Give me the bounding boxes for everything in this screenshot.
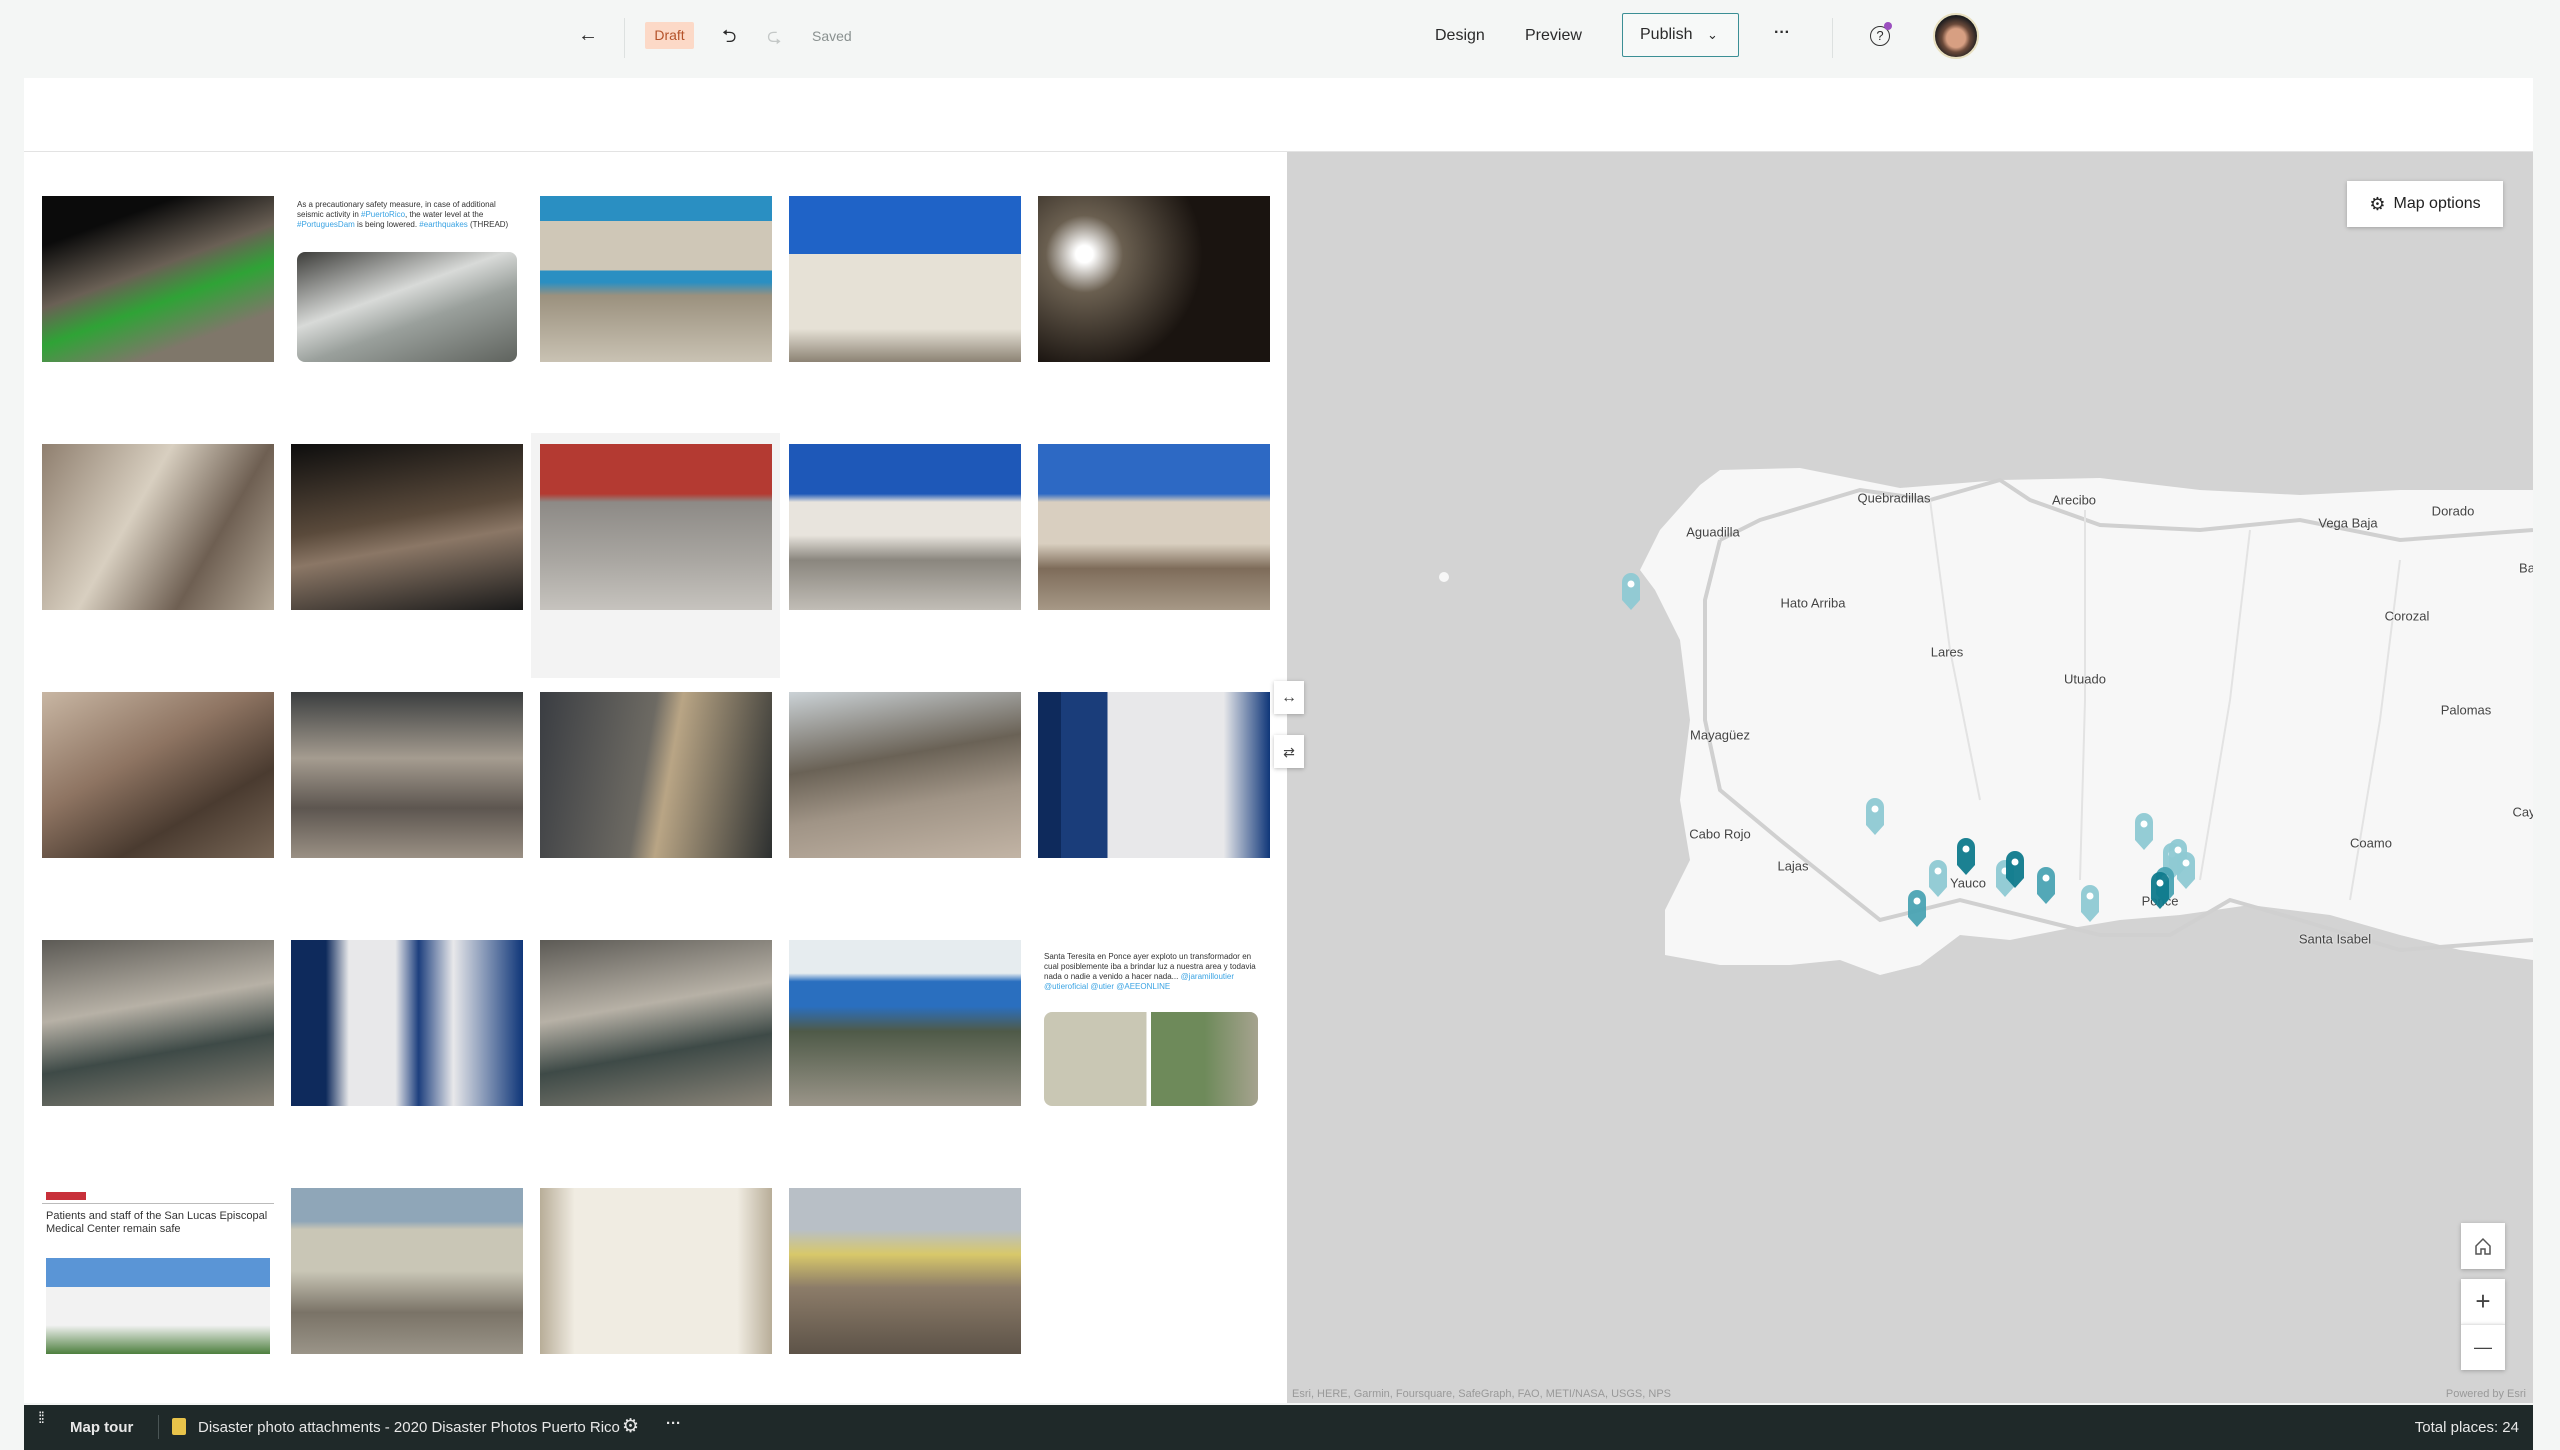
photo-thumbnail[interactable] bbox=[1038, 444, 1270, 610]
home-button[interactable] bbox=[2461, 1223, 2505, 1269]
plus-icon: + bbox=[2475, 1286, 2491, 1316]
tweet-text-part: , the water level at the bbox=[405, 210, 484, 219]
settings-gear-icon[interactable]: ⚙ bbox=[622, 1415, 639, 1438]
publish-label: Publish bbox=[1640, 26, 1693, 43]
hashtag-link: #PuertoRico bbox=[361, 210, 406, 219]
tweet-text-part: (THREAD) bbox=[467, 220, 509, 229]
photo-thumbnail[interactable] bbox=[1038, 692, 1270, 858]
notification-dot bbox=[1884, 22, 1892, 30]
scroll-gutter bbox=[2533, 78, 2560, 1450]
photo-thumbnail[interactable] bbox=[540, 196, 772, 362]
map-pin[interactable] bbox=[1622, 573, 1640, 610]
map-view[interactable]: Quebradillas Arecibo Vega Baja Dorado Aguadi… bbox=[1287, 152, 2533, 1403]
article-thumbnail[interactable]: Patients and staff of the San Lucas Epis… bbox=[42, 1188, 274, 1354]
photo-thumbnail[interactable] bbox=[291, 692, 523, 858]
expand-horizontal-button[interactable]: ↔ bbox=[1274, 681, 1304, 714]
map-pin[interactable] bbox=[2037, 867, 2055, 904]
powered-by-esri[interactable]: Powered by Esri bbox=[2446, 1388, 2526, 1400]
photo-thumbnail[interactable] bbox=[789, 940, 1021, 1106]
more-options-button[interactable]: ··· bbox=[1774, 24, 1790, 42]
gear-icon: ⚙ bbox=[2369, 193, 2386, 214]
divider bbox=[158, 1415, 159, 1439]
divider bbox=[624, 18, 625, 58]
map-pin[interactable] bbox=[1929, 860, 1947, 897]
map-pin[interactable] bbox=[2081, 885, 2099, 922]
preview-button[interactable]: Preview bbox=[1525, 27, 1582, 45]
undo-icon[interactable]: ⮌ bbox=[722, 24, 736, 54]
photo-thumbnail[interactable] bbox=[291, 940, 523, 1106]
tweet-text: Santa Teresita en Ponce ayer exploto un … bbox=[1044, 952, 1264, 992]
bottom-bar: ⁞⁞ Map tour Disaster photo attachments -… bbox=[24, 1405, 2533, 1450]
story-type-label: Map tour bbox=[70, 1419, 134, 1436]
map-attribution: Esri, HERE, Garmin, Foursquare, SafeGrap… bbox=[1292, 1388, 1672, 1400]
status-badge: Draft bbox=[645, 22, 694, 49]
map-pins bbox=[1622, 573, 2195, 927]
tweet-thumbnail[interactable]: Santa Teresita en Ponce ayer exploto un … bbox=[1038, 940, 1270, 1106]
photo-thumbnail[interactable] bbox=[42, 940, 274, 1106]
story-title-band bbox=[24, 78, 2533, 152]
photo-thumbnail[interactable] bbox=[789, 1188, 1021, 1354]
design-button[interactable]: Design bbox=[1435, 27, 1485, 45]
photo-thumbnail[interactable] bbox=[789, 196, 1021, 362]
map-options-button[interactable]: ⚙ Map options bbox=[2347, 181, 2503, 227]
tweet-text: As a precautionary safety measure, in ca… bbox=[297, 200, 517, 230]
map-pin[interactable] bbox=[2151, 872, 2169, 909]
data-source-icon bbox=[172, 1418, 186, 1435]
zoom-in-button[interactable]: + bbox=[2461, 1279, 2505, 1324]
avatar[interactable] bbox=[1933, 13, 1979, 59]
home-icon bbox=[2475, 1237, 2491, 1255]
tweet-image bbox=[297, 252, 517, 362]
photo-thumbnail[interactable] bbox=[291, 1188, 523, 1354]
tweet-thumbnail[interactable]: As a precautionary safety measure, in ca… bbox=[291, 196, 523, 362]
swap-icon: ⇄ bbox=[1283, 743, 1295, 760]
swap-panels-button[interactable]: ⇄ bbox=[1274, 735, 1304, 768]
photo-thumbnail[interactable] bbox=[540, 692, 772, 858]
header-bar: ← Draft ⮌ ⮎ Saved Design Preview Publish… bbox=[0, 0, 2560, 78]
minus-icon: — bbox=[2474, 1337, 2492, 1357]
publish-button[interactable]: Publish ⌄ bbox=[1622, 13, 1739, 57]
photo-thumbnail[interactable] bbox=[1038, 196, 1270, 362]
tweet-text-part: is being lowered. bbox=[354, 220, 420, 229]
map-options-label: Map options bbox=[2393, 195, 2481, 212]
zoom-out-button[interactable]: — bbox=[2461, 1324, 2505, 1370]
map-pin[interactable] bbox=[1866, 798, 1884, 835]
article-image bbox=[46, 1258, 270, 1354]
article-headline: Patients and staff of the San Lucas Epis… bbox=[42, 1203, 274, 1242]
photo-thumbnail[interactable] bbox=[42, 196, 274, 362]
divider bbox=[1832, 18, 1833, 58]
total-places: Total places: 24 bbox=[2414, 1419, 2519, 1436]
hashtag-link: #earthquakes bbox=[419, 220, 468, 229]
chevron-down-icon: ⌄ bbox=[1706, 27, 1718, 42]
photo-thumbnail[interactable] bbox=[789, 692, 1021, 858]
category-badge bbox=[46, 1192, 86, 1200]
photo-thumbnail[interactable] bbox=[540, 1188, 772, 1354]
photo-thumbnail[interactable] bbox=[789, 444, 1021, 610]
map-pin[interactable] bbox=[2177, 852, 2195, 889]
drag-handle-icon[interactable]: ⁞⁞ bbox=[38, 1411, 45, 1427]
photo-thumbnail[interactable] bbox=[540, 444, 772, 610]
save-status: Saved bbox=[812, 28, 852, 44]
data-source-label[interactable]: Disaster photo attachments - 2020 Disast… bbox=[198, 1419, 620, 1436]
photo-thumbnail[interactable] bbox=[42, 692, 274, 858]
map-pin[interactable] bbox=[2135, 813, 2153, 850]
hashtag-link: #PortuguesDam bbox=[297, 220, 355, 229]
footer-more-button[interactable]: ··· bbox=[666, 1415, 681, 1432]
map-pin[interactable] bbox=[1908, 890, 1926, 927]
photo-thumbnail[interactable] bbox=[42, 444, 274, 610]
map-pin[interactable] bbox=[1957, 838, 1975, 875]
photo-thumbnail[interactable] bbox=[291, 444, 523, 610]
tweet-image bbox=[1044, 1012, 1258, 1106]
photo-thumbnail[interactable] bbox=[540, 940, 772, 1106]
expand-horizontal-icon: ↔ bbox=[1281, 688, 1297, 706]
back-arrow-icon[interactable]: ← bbox=[578, 24, 598, 47]
redo-icon[interactable]: ⮎ bbox=[767, 24, 781, 54]
